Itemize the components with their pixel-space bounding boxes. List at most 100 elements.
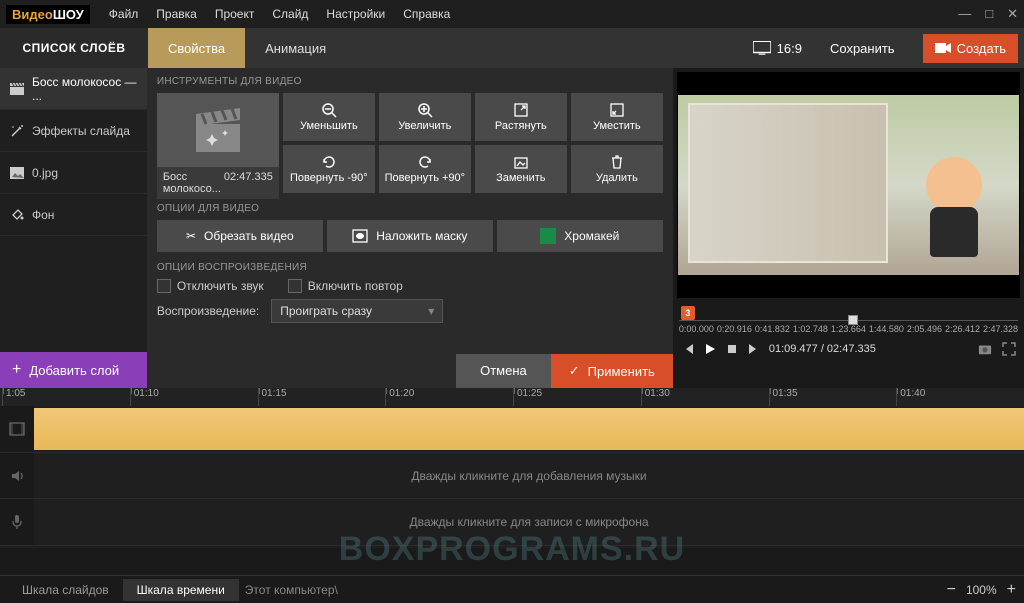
zoom-value: 100%: [966, 583, 997, 597]
chroma-swatch: [540, 228, 556, 244]
layer-label: 0.jpg: [32, 166, 58, 180]
menu-slide[interactable]: Слайд: [263, 3, 317, 25]
section-opts-label: ОПЦИИ ДЛЯ ВИДЕО: [157, 203, 663, 214]
clapper-icon: [10, 83, 24, 95]
section-tools-label: ИНСТРУМЕНТЫ ДЛЯ ВИДЕО: [157, 76, 663, 87]
stretch-button[interactable]: Растянуть: [475, 93, 567, 141]
menu-file[interactable]: Файл: [100, 3, 148, 25]
replace-button[interactable]: Заменить: [475, 145, 567, 193]
preview-ruler[interactable]: 3 0:00.0000:20.9160:41.8321:02.7481:23.6…: [679, 304, 1018, 334]
cancel-button[interactable]: Отмена: [456, 354, 551, 388]
layers-title: СПИСОК СЛОЁВ: [0, 28, 148, 68]
chromakey-button[interactable]: Хромакей: [497, 220, 663, 252]
zoom-in-button[interactable]: Увеличить: [379, 93, 471, 141]
create-label: Создать: [957, 41, 1006, 56]
ruler-labels: 0:00.0000:20.9160:41.8321:02.7481:23.664…: [679, 324, 1018, 334]
next-icon[interactable]: [747, 342, 761, 356]
path-display: Этот компьютер\: [245, 583, 338, 597]
play-icon[interactable]: [703, 342, 717, 356]
menu-settings[interactable]: Настройки: [317, 3, 394, 25]
mic-track[interactable]: Дважды кликните для записи с микрофона: [34, 499, 1024, 546]
check-icon: ✓: [569, 363, 580, 379]
playback-label: Воспроизведение:: [157, 304, 259, 318]
apply-button[interactable]: ✓Применить: [551, 354, 673, 388]
properties-panel: ИНСТРУМЕНТЫ ДЛЯ ВИДЕО Босс молокосо... 0…: [147, 68, 673, 388]
zoom-controls: − 100% +: [947, 581, 1016, 599]
video-track[interactable]: [34, 406, 1024, 453]
ruler-marker[interactable]: 3: [681, 306, 695, 320]
delete-button[interactable]: Удалить: [571, 145, 663, 193]
music-track[interactable]: Дважды кликните для добавления музыки: [34, 453, 1024, 500]
main-menu: Файл Правка Проект Слайд Настройки Справ…: [100, 3, 460, 25]
zoom-out-icon[interactable]: −: [947, 581, 956, 599]
rotate-ccw-button[interactable]: Повернуть -90°: [283, 145, 375, 193]
layer-item-video[interactable]: Босс молокосос — ...: [0, 68, 147, 110]
image-icon: [10, 167, 24, 179]
preview-screen[interactable]: [677, 72, 1020, 298]
transport-controls: 01:09.477 / 02:47.335: [673, 334, 1024, 364]
prev-icon[interactable]: [681, 342, 695, 356]
save-button[interactable]: Сохранить: [816, 35, 909, 62]
add-layer-label: Добавить слой: [29, 363, 119, 378]
playback-select[interactable]: Проиграть сразу: [271, 299, 443, 323]
layer-label: Эффекты слайда: [32, 124, 130, 138]
maximize-icon[interactable]: □: [985, 6, 993, 22]
layers-panel: Босс молокосос — ... Эффекты слайда 0.jp…: [0, 68, 147, 388]
menu-project[interactable]: Проект: [206, 3, 264, 25]
crop-button[interactable]: ✂Обрезать видео: [157, 220, 323, 252]
loop-checkbox[interactable]: Включить повтор: [288, 279, 403, 293]
plus-icon: +: [12, 361, 21, 379]
section-play-label: ОПЦИИ ВОСПРОИЗВЕДЕНИЯ: [157, 262, 663, 273]
thumb-name: Босс молокосо...: [163, 171, 224, 195]
preview-panel: 3 0:00.0000:20.9160:41.8321:02.7481:23.6…: [673, 68, 1024, 388]
video-thumbnail: Босс молокосо... 02:47.335: [157, 93, 279, 199]
scissors-icon: ✂: [186, 229, 196, 243]
video-track-icon[interactable]: [0, 406, 34, 453]
monitor-icon: [753, 41, 771, 55]
layer-label: Фон: [32, 208, 54, 222]
window-controls: — □ ✕: [958, 6, 1018, 22]
mic-track-icon[interactable]: [0, 499, 34, 546]
layer-label: Босс молокосос — ...: [32, 75, 137, 103]
menu-help[interactable]: Справка: [394, 3, 459, 25]
timeline-ruler[interactable]: 1:05 01:10 01:15 01:20 01:25 01:30 01:35…: [0, 388, 1024, 406]
tab-time-scale[interactable]: Шкала времени: [123, 579, 239, 601]
title-bar: ВидеоШОУ Файл Правка Проект Слайд Настро…: [0, 0, 1024, 28]
mute-checkbox[interactable]: Отключить звук: [157, 279, 264, 293]
mask-icon: [352, 229, 368, 243]
add-layer-button[interactable]: + Добавить слой: [0, 352, 147, 388]
fill-icon: [10, 208, 24, 222]
track-icons: [0, 406, 34, 546]
fullscreen-icon[interactable]: [1002, 342, 1016, 356]
layer-item-image[interactable]: 0.jpg: [0, 152, 147, 194]
layer-item-effects[interactable]: Эффекты слайда: [0, 110, 147, 152]
video-clip[interactable]: [34, 408, 1024, 450]
app-logo: ВидеоШОУ: [6, 5, 90, 24]
aspect-label: 16:9: [777, 41, 802, 56]
rotate-cw-button[interactable]: Повернуть +90°: [379, 145, 471, 193]
clapper-sparkle-icon: [196, 108, 240, 152]
tab-slide-scale[interactable]: Шкала слайдов: [8, 579, 123, 601]
camera-icon[interactable]: [978, 342, 992, 356]
sub-header: СПИСОК СЛОЁВ Свойства Анимация 16:9 Сохр…: [0, 28, 1024, 68]
create-button[interactable]: Создать: [923, 34, 1018, 63]
zoom-out-button[interactable]: Уменьшить: [283, 93, 375, 141]
bottom-bar: Шкала слайдов Шкала времени Этот компьют…: [0, 575, 1024, 603]
minimize-icon[interactable]: —: [958, 6, 971, 22]
mask-button[interactable]: Наложить маску: [327, 220, 493, 252]
video-icon: [935, 42, 951, 54]
zoom-in-icon[interactable]: +: [1007, 581, 1016, 599]
layer-item-background[interactable]: Фон: [0, 194, 147, 236]
tab-animation[interactable]: Анимация: [245, 28, 346, 68]
audio-track-icon[interactable]: [0, 453, 34, 500]
wand-icon: [10, 124, 24, 138]
aspect-ratio[interactable]: 16:9: [753, 41, 802, 56]
menu-edit[interactable]: Правка: [147, 3, 206, 25]
fit-button[interactable]: Уместить: [571, 93, 663, 141]
timeline: 1:05 01:10 01:15 01:20 01:25 01:30 01:35…: [0, 388, 1024, 548]
tab-properties[interactable]: Свойства: [148, 28, 245, 68]
main-area: Босс молокосос — ... Эффекты слайда 0.jp…: [0, 68, 1024, 388]
close-icon[interactable]: ✕: [1007, 6, 1018, 22]
stop-icon[interactable]: [725, 342, 739, 356]
time-display: 01:09.477 / 02:47.335: [769, 343, 876, 355]
